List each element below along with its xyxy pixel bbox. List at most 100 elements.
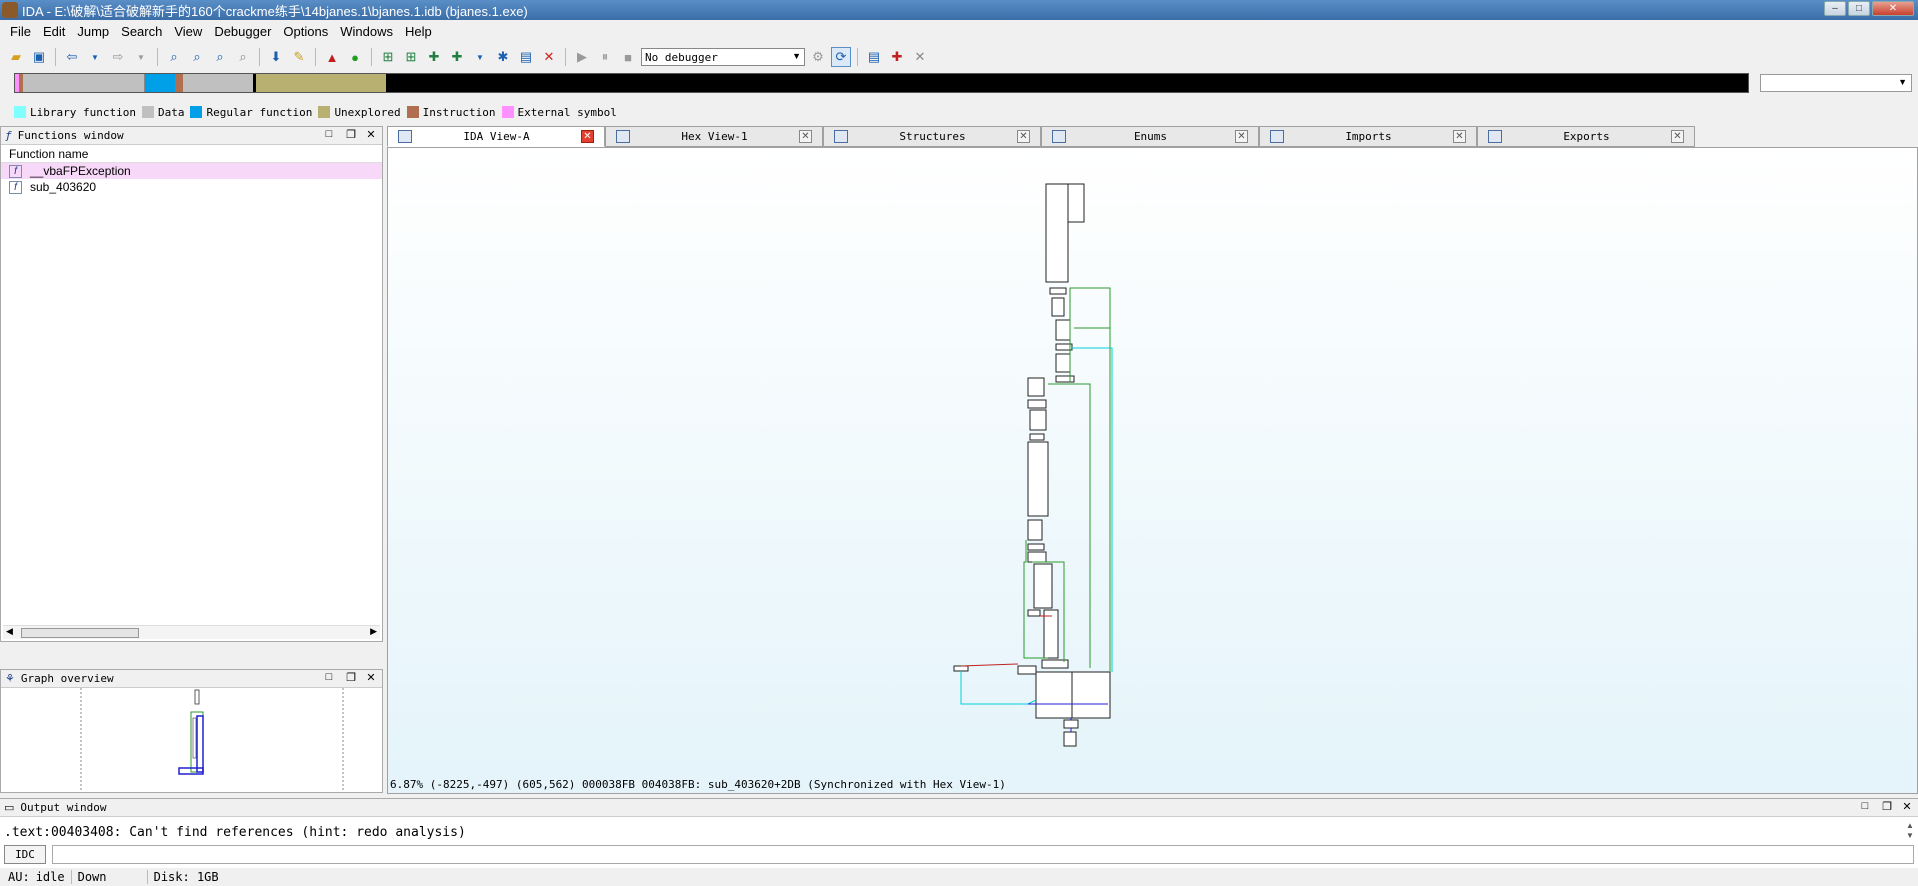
idc-command-input[interactable] (52, 844, 1914, 864)
output-scrollbar[interactable]: ▲ ▼ (1904, 821, 1916, 841)
graph-node[interactable] (1027, 609, 1041, 617)
graph-node[interactable] (1017, 665, 1037, 675)
tab-enums[interactable]: Enums ✕ (1041, 126, 1259, 147)
search-text-icon[interactable]: ⌕ (164, 47, 184, 67)
back-arrow-icon[interactable]: ⇦ (62, 47, 82, 67)
float-window-icon[interactable]: □ (1858, 800, 1872, 812)
pause-icon[interactable]: ⏸ (595, 47, 615, 67)
jump-down-icon[interactable]: ⬇ (266, 47, 286, 67)
sync-icon[interactable]: ⟳ (831, 47, 851, 67)
float-window-icon[interactable]: □ (322, 671, 336, 683)
menu-edit[interactable]: Edit (37, 24, 71, 39)
function-row[interactable]: f __vbaFPException (1, 163, 382, 179)
search-next-icon[interactable]: ⌕ (233, 47, 253, 67)
chart-icon[interactable]: ▤ (516, 47, 536, 67)
search-immediate-icon[interactable]: ⌕ (210, 47, 230, 67)
breakpoint-list-icon[interactable]: ▤ (864, 47, 884, 67)
graph-node[interactable] (1035, 671, 1073, 719)
attach-process-icon[interactable]: ⚙ (808, 47, 828, 67)
graph-node[interactable] (1027, 519, 1043, 541)
graph-node[interactable] (1027, 441, 1049, 517)
restore-window-icon[interactable]: ❐ (344, 128, 358, 141)
menu-search[interactable]: Search (115, 24, 168, 39)
open-folder-icon[interactable]: ▰ (6, 47, 26, 67)
close-panel-icon[interactable]: ✕ (364, 128, 378, 141)
tab-structures[interactable]: Structures ✕ (823, 126, 1041, 147)
nav-band-dropdown[interactable]: ▼ (1760, 74, 1912, 92)
search-binary-icon[interactable]: ⌕ (187, 47, 207, 67)
close-icon[interactable]: ✕ (799, 130, 812, 143)
minimize-button[interactable]: – (1824, 1, 1846, 16)
graph-node[interactable] (1029, 409, 1047, 431)
mark-position-icon[interactable]: ✎ (289, 47, 309, 67)
idc-button[interactable]: IDC (4, 844, 46, 864)
menu-jump[interactable]: Jump (71, 24, 115, 39)
delete-icon[interactable]: ✕ (539, 47, 559, 67)
graph-overview-canvas[interactable] (1, 688, 382, 792)
menu-view[interactable]: View (168, 24, 208, 39)
graph-node[interactable] (1027, 543, 1045, 551)
menu-debugger[interactable]: Debugger (208, 24, 277, 39)
close-panel-icon[interactable]: ✕ (364, 671, 378, 684)
forward-dropdown-icon[interactable]: ▼ (131, 47, 151, 67)
stop-icon[interactable]: ■ (618, 47, 638, 67)
graph-node[interactable] (953, 665, 969, 672)
graph-node[interactable] (1055, 353, 1071, 373)
warning-icon[interactable]: ▲ (322, 47, 342, 67)
function-name-column-header[interactable]: Function name (1, 145, 382, 163)
graph-node[interactable] (1043, 609, 1059, 659)
tab-imports[interactable]: Imports ✕ (1259, 126, 1477, 147)
menu-help[interactable]: Help (399, 24, 438, 39)
graph-view-icon[interactable]: ⊞ (378, 47, 398, 67)
xrefs-dropdown-icon[interactable]: ▼ (470, 47, 490, 67)
scroll-right-icon[interactable]: ▶ (370, 626, 377, 637)
close-icon[interactable]: ✕ (1453, 130, 1466, 143)
close-panel-icon[interactable]: ✕ (1900, 800, 1914, 813)
edit-function-icon[interactable]: ✚ (424, 47, 444, 67)
function-row[interactable]: f sub_403620 (1, 179, 382, 195)
save-icon[interactable]: ▣ (29, 47, 49, 67)
delete-breakpoint-icon[interactable]: ✕ (910, 47, 930, 67)
add-breakpoint-icon[interactable]: ✚ (887, 47, 907, 67)
menu-options[interactable]: Options (277, 24, 334, 39)
maximize-button[interactable]: □ (1848, 1, 1870, 16)
create-function-icon[interactable]: ⊞ (401, 47, 421, 67)
control-flow-graph[interactable] (388, 148, 1917, 776)
graph-node[interactable] (1027, 399, 1047, 409)
graph-node[interactable] (1055, 375, 1075, 383)
graph-node[interactable] (1063, 719, 1079, 729)
restore-window-icon[interactable]: ❐ (344, 671, 358, 684)
graph-node[interactable] (1049, 287, 1067, 295)
close-icon[interactable]: ✕ (1235, 130, 1248, 143)
graph-node[interactable] (1045, 183, 1069, 283)
graph-node[interactable] (1027, 377, 1045, 397)
graph-node[interactable] (1033, 563, 1053, 609)
graph-node[interactable] (1071, 671, 1111, 719)
patch-icon[interactable]: ✱ (493, 47, 513, 67)
green-circle-icon[interactable]: ● (345, 47, 365, 67)
menu-file[interactable]: File (4, 24, 37, 39)
restore-window-icon[interactable]: ❐ (1880, 800, 1894, 813)
graph-node[interactable] (1067, 183, 1085, 223)
tab-hex-view-1[interactable]: Hex View-1 ✕ (605, 126, 823, 147)
horizontal-scrollbar[interactable]: ◀ ▶ (3, 625, 380, 639)
run-icon[interactable]: ▶ (572, 47, 592, 67)
menu-windows[interactable]: Windows (334, 24, 399, 39)
graph-node[interactable] (1051, 297, 1065, 317)
forward-arrow-icon[interactable]: ⇨ (108, 47, 128, 67)
close-window-button[interactable]: ✕ (1872, 1, 1914, 16)
debugger-select[interactable]: No debugger ▼ (641, 48, 805, 66)
float-window-icon[interactable]: □ (322, 128, 336, 140)
back-dropdown-icon[interactable]: ▼ (85, 47, 105, 67)
tab-exports[interactable]: Exports ✕ (1477, 126, 1695, 147)
graph-node[interactable] (1029, 433, 1045, 441)
close-icon[interactable]: ✕ (581, 130, 594, 143)
scroll-left-icon[interactable]: ◀ (6, 626, 13, 637)
xrefs-icon[interactable]: ✚ (447, 47, 467, 67)
graph-node[interactable] (1055, 319, 1071, 341)
navigation-band[interactable] (14, 73, 1749, 93)
ida-view-graph[interactable]: 6.87% (-8225,-497) (605,562) 000038FB 00… (387, 147, 1918, 794)
scrollbar-thumb[interactable] (21, 628, 139, 638)
graph-node[interactable] (1027, 551, 1047, 563)
close-icon[interactable]: ✕ (1671, 130, 1684, 143)
